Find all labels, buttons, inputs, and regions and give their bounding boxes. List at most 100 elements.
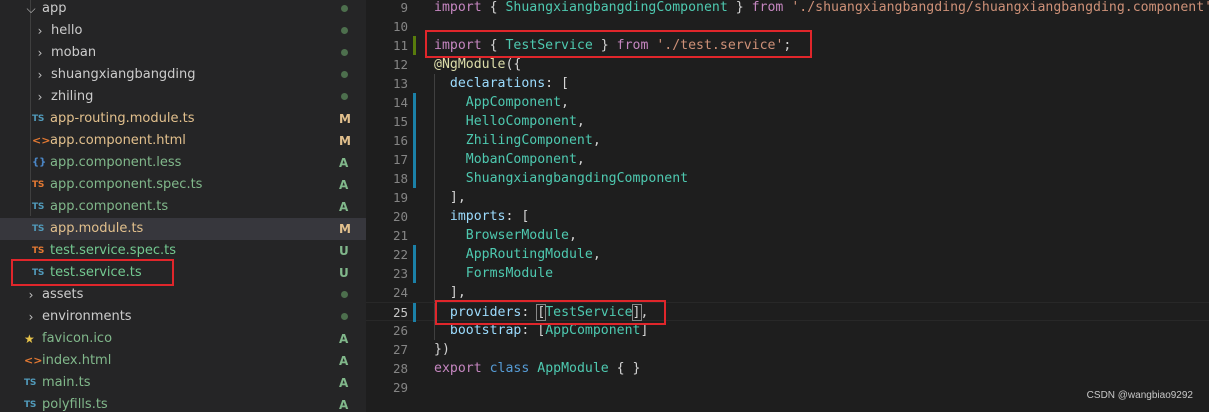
git-status-badge: A <box>339 376 349 390</box>
gutter-added-marker[interactable] <box>413 36 416 55</box>
chevron-right-icon[interactable]: › <box>26 284 36 306</box>
gutter-modified-marker[interactable] <box>413 150 416 169</box>
code-line[interactable]: 20 imports: [ <box>366 207 1209 226</box>
code-editor[interactable]: 9 import { ShuangxiangbangdingComponent }… <box>366 0 1209 412</box>
gutter-modified-marker[interactable] <box>413 303 416 322</box>
code-line[interactable]: 28 export class AppModule { } <box>366 359 1209 378</box>
line-code: import { ShuangxiangbangdingComponent } … <box>434 0 1209 17</box>
file-app-module-ts[interactable]: TS app.module.ts M <box>0 218 366 240</box>
code-line[interactable]: 9 import { ShuangxiangbangdingComponent }… <box>366 0 1209 17</box>
file-app-component-less[interactable]: {} app.component.less A <box>0 152 366 174</box>
code-line[interactable]: 21 BrowserModule, <box>366 226 1209 245</box>
line-number: 9 <box>400 0 408 15</box>
code-token: , <box>561 95 569 110</box>
line-number: 12 <box>392 57 408 72</box>
code-line[interactable]: 18 ShuangxiangbangdingComponent <box>366 169 1209 188</box>
code-token: , <box>592 247 601 262</box>
file-main-ts[interactable]: TS main.ts A <box>0 372 366 394</box>
chevron-right-icon[interactable]: › <box>35 42 45 64</box>
line-number: 18 <box>392 171 408 186</box>
file-app-routing-module-ts[interactable]: TS app-routing.module.ts M <box>0 108 366 130</box>
file-app-component-html[interactable]: <> app.component.html M <box>0 130 366 152</box>
tree-item-label: app <box>42 1 67 16</box>
code-token: , <box>592 133 601 148</box>
code-line[interactable]: 17 MobanComponent, <box>366 150 1209 169</box>
git-status-dot <box>341 93 348 100</box>
git-status-badge: A <box>339 156 349 170</box>
code-line[interactable]: 15 HelloComponent, <box>366 112 1209 131</box>
chevron-right-icon[interactable]: › <box>26 306 36 328</box>
line-code: AppRoutingModule, <box>434 245 601 264</box>
line-number: 28 <box>392 361 408 376</box>
chevron-right-icon[interactable]: › <box>35 20 45 42</box>
gutter-modified-marker[interactable] <box>413 93 416 112</box>
code-line[interactable]: 16 ZhilingComponent, <box>366 131 1209 150</box>
folder-moban[interactable]: › moban <box>0 42 366 64</box>
git-status-badge: M <box>339 134 351 148</box>
code-token: ZhilingComponent <box>465 133 593 148</box>
typescript-file-icon: TS <box>32 202 45 212</box>
line-number: 10 <box>392 19 408 34</box>
tree-item-label: app.component.html <box>50 133 186 148</box>
gutter-modified-marker[interactable] <box>413 169 416 188</box>
folder-app[interactable]: ⌵ app <box>0 0 366 20</box>
file-polyfills-ts[interactable]: TS polyfills.ts A <box>0 394 366 412</box>
tree-item-label: app.component.spec.ts <box>50 177 203 192</box>
tree-item-label: hello <box>51 23 83 38</box>
code-line[interactable]: 23 FormsModule <box>366 264 1209 283</box>
code-token: ], <box>434 190 466 205</box>
git-status-dot <box>341 313 348 320</box>
folder-assets[interactable]: › assets <box>0 284 366 306</box>
tree-item-label: assets <box>42 287 84 302</box>
code-token: export <box>434 361 482 376</box>
file-explorer: ⌵ app › hello › moban › shuangxiangbangding › zhi… <box>0 0 366 412</box>
file-index-html[interactable]: <> index.html A <box>0 350 366 372</box>
line-code: ], <box>434 188 466 207</box>
code-token: }) <box>434 342 450 357</box>
line-code: ZhilingComponent, <box>434 131 601 150</box>
code-line[interactable]: 14 AppComponent, <box>366 93 1209 112</box>
code-token: AppModule <box>537 361 609 376</box>
git-status-badge: M <box>339 112 351 126</box>
file-app-component-spec-ts[interactable]: TS app.component.spec.ts A <box>0 174 366 196</box>
folder-hello[interactable]: › hello <box>0 20 366 42</box>
gutter-modified-marker[interactable] <box>413 131 416 150</box>
code-line[interactable]: 22 AppRoutingModule, <box>366 245 1209 264</box>
tree-item-label: zhiling <box>51 89 94 104</box>
less-file-icon: {} <box>32 157 47 168</box>
line-number: 17 <box>392 152 408 167</box>
code-line[interactable]: 27}) <box>366 340 1209 359</box>
git-status-badge: A <box>339 332 349 346</box>
gutter-modified-marker[interactable] <box>413 112 416 131</box>
code-token: , <box>576 152 585 167</box>
code-line[interactable]: 19 ], <box>366 188 1209 207</box>
gutter-modified-marker[interactable] <box>413 245 416 264</box>
git-status-badge: M <box>339 222 351 236</box>
chevron-right-icon[interactable]: › <box>35 64 45 86</box>
code-line[interactable]: 13 declarations: [ <box>366 74 1209 93</box>
highlight-box-import-line <box>425 30 812 58</box>
file-app-component-ts[interactable]: TS app.component.ts A <box>0 196 366 218</box>
folder-shuangxiangbangding[interactable]: › shuangxiangbangding <box>0 64 366 86</box>
code-token: : [ <box>521 323 546 338</box>
chevron-down-icon[interactable]: ⌵ <box>26 0 36 20</box>
code-line[interactable]: 29 <box>366 378 1209 397</box>
folder-zhiling[interactable]: › zhiling <box>0 86 366 108</box>
line-number: 24 <box>392 285 408 300</box>
chevron-right-icon[interactable]: › <box>35 86 45 108</box>
git-status-dot <box>341 27 348 34</box>
gutter-modified-marker[interactable] <box>413 264 416 283</box>
line-code: FormsModule <box>434 264 553 283</box>
folder-environments[interactable]: › environments <box>0 306 366 328</box>
code-token: { } <box>608 361 641 376</box>
line-code: MobanComponent, <box>434 150 585 169</box>
code-token: : [ <box>545 76 569 91</box>
file-favicon-ico[interactable]: ★ favicon.ico A <box>0 328 366 350</box>
line-code: imports: [ <box>434 207 529 226</box>
line-code: export class AppModule { } <box>434 359 640 378</box>
